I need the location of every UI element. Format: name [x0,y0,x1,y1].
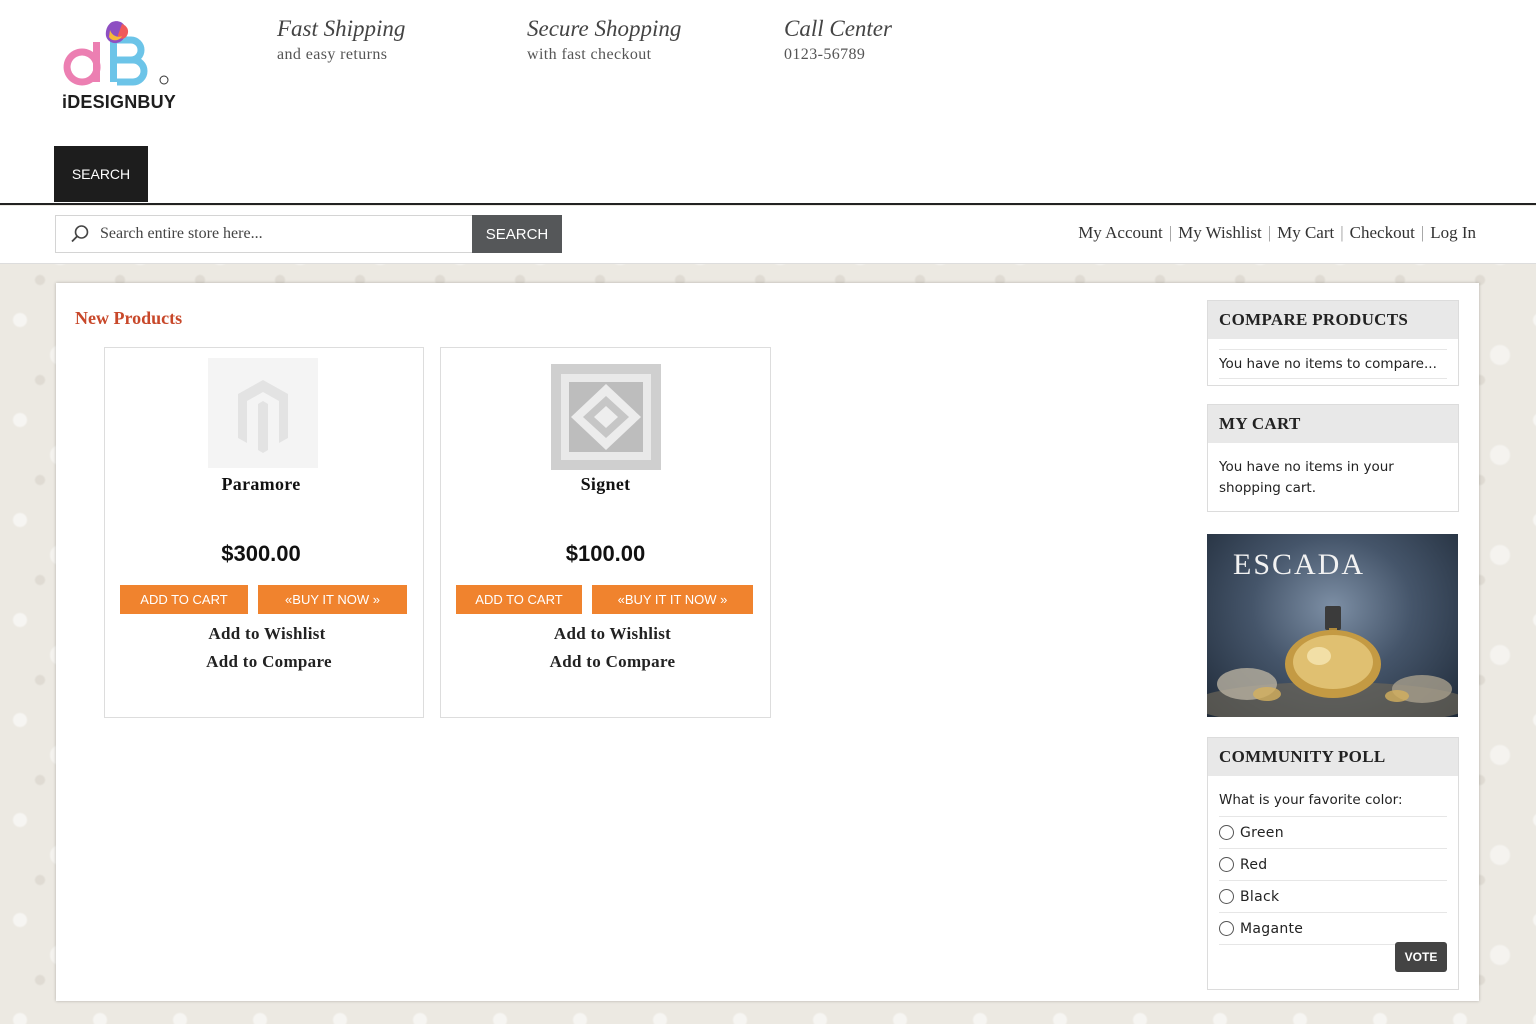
poll-option-label: Red [1240,856,1268,873]
search-input[interactable] [100,225,460,243]
feature-fast-shipping: Fast Shipping and easy returns [277,16,405,64]
my-wishlist-link[interactable]: My Wishlist [1178,223,1262,243]
link-separator: | [1340,223,1344,242]
link-separator: | [1420,223,1425,242]
checkout-link[interactable]: Checkout [1350,223,1415,243]
my-account-link[interactable]: My Account [1078,223,1163,243]
product-name[interactable]: Paramore [102,474,420,495]
radio-button[interactable] [1219,857,1234,872]
product-name[interactable]: Signet [441,474,770,495]
poll-option-label: Magante [1240,920,1304,937]
link-separator: | [1168,223,1173,242]
radio-button[interactable] [1219,889,1234,904]
poll-option-label: Black [1240,888,1280,905]
product-card: Paramore $300.00 ADD TO CART «BUY IT NOW… [104,347,424,718]
buy-it-now-button[interactable]: «BUY IT NOW » [258,585,407,614]
product-price: $300.00 [221,541,301,566]
add-to-wishlist-link[interactable]: Add to Wishlist [108,624,426,644]
poll-option-black[interactable]: Black [1219,881,1447,913]
feature-call-center: Call Center 0123-56789 [784,16,892,64]
block-title: COMPARE PRODUCTS [1208,301,1458,339]
feature-phone: 0123-56789 [784,46,866,63]
radio-button[interactable] [1219,825,1234,840]
search-toggle-button[interactable]: SEARCH [54,146,148,202]
poll-body: What is your favorite color: Green Red B… [1208,776,1458,945]
add-to-compare-link[interactable]: Add to Compare [448,652,777,672]
poll-option-red[interactable]: Red [1219,849,1447,881]
feature-secure-shopping: Secure Shopping with fast checkout [527,16,681,64]
poll-option-green[interactable]: Green [1219,817,1447,849]
block-title: COMMUNITY POLL [1208,738,1458,776]
account-links: My Account | My Wishlist | My Cart | Che… [1078,223,1476,243]
add-to-wishlist-link[interactable]: Add to Wishlist [448,624,777,644]
feature-title: Fast Shipping [277,16,406,41]
compare-products-block: COMPARE PRODUCTS You have no items to co… [1207,300,1459,386]
compare-empty-message: You have no items to compare... [1219,349,1447,379]
my-cart-block: MY CART You have no items in your shoppi… [1207,404,1459,512]
perfume-bottle-icon [1207,606,1458,717]
poll-question: What is your favorite color: [1219,776,1447,817]
add-to-cart-button[interactable]: ADD TO CART [456,585,582,614]
add-to-compare-link[interactable]: Add to Compare [110,652,428,672]
login-link[interactable]: Log In [1430,223,1476,243]
poll-option-label: Green [1240,824,1284,841]
product-image-pattern-icon[interactable] [551,362,661,472]
radio-button[interactable] [1219,921,1234,936]
feature-title: Call Center [784,16,892,41]
community-poll-block: COMMUNITY POLL What is your favorite col… [1207,737,1459,990]
escada-ad-banner[interactable]: ESCADA [1207,534,1458,717]
site-header: iDESIGNBUY Fast Shipping and easy return… [0,0,1536,205]
search-bar-row: SEARCH My Account | My Wishlist | My Car… [0,206,1536,264]
section-title: New Products [75,308,183,328]
search-box [55,215,473,253]
product-card: Signet $100.00 ADD TO CART «BUY IT IT NO… [440,347,771,718]
feature-subtitle: with fast checkout [527,46,652,63]
poll-option-magante[interactable]: Magante [1219,913,1447,945]
brand-name: iDESIGNBUY [62,92,177,112]
product-image-placeholder-icon[interactable] [208,358,318,468]
buy-it-now-button[interactable]: «BUY IT IT NOW » [592,585,753,614]
my-cart-link[interactable]: My Cart [1277,223,1334,243]
cart-empty-message: You have no items in your shopping cart. [1219,459,1394,496]
link-separator: | [1267,223,1272,242]
main-content: New Products Paramore $300.00 ADD TO CAR… [56,283,1479,1001]
product-price: $100.00 [565,541,646,566]
search-submit-button[interactable]: SEARCH [472,215,562,253]
feature-title: Secure Shopping [527,16,682,41]
add-to-cart-button[interactable]: ADD TO CART [120,585,248,614]
block-title: MY CART [1208,405,1458,443]
vote-button[interactable]: VOTE [1395,942,1447,972]
feature-subtitle: and easy returns [277,46,388,63]
search-icon [71,225,89,243]
